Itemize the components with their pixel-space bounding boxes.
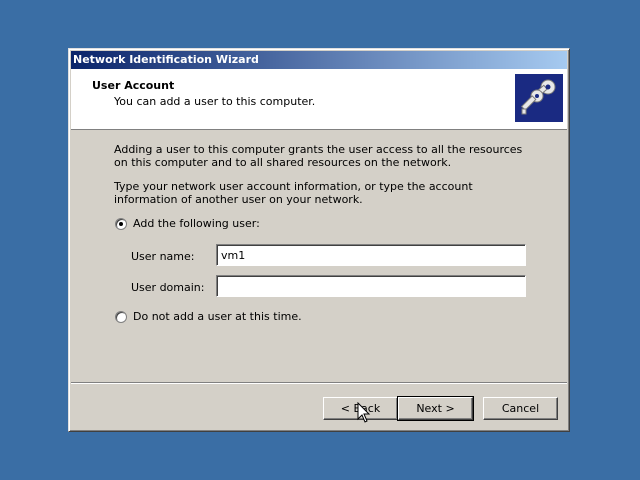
- intro-paragraph: Adding a user to this computer grants th…: [114, 143, 523, 169]
- mouse-pointer-icon: [357, 401, 371, 427]
- add-user-label: Add the following user:: [133, 217, 260, 230]
- user-name-label: User name:: [131, 250, 195, 263]
- no-user-radio[interactable]: [115, 310, 127, 323]
- page-subtitle: You can add a user to this computer.: [114, 95, 316, 108]
- add-user-radio[interactable]: [115, 217, 127, 230]
- user-name-input[interactable]: [216, 244, 526, 266]
- user-domain-input[interactable]: [216, 275, 526, 297]
- no-user-label: Do not add a user at this time.: [133, 310, 302, 323]
- wizard-dialog: Network Identification Wizard User Accou…: [68, 48, 570, 432]
- user-domain-label: User domain:: [131, 281, 205, 294]
- title-bar: Network Identification Wizard: [71, 51, 567, 69]
- wizard-header: User Account You can add a user to this …: [71, 69, 567, 130]
- instructions-paragraph: Type your network user account informati…: [114, 180, 473, 206]
- button-separator: [71, 382, 567, 384]
- no-user-option[interactable]: Do not add a user at this time.: [115, 310, 302, 323]
- cancel-button[interactable]: Cancel: [483, 397, 558, 420]
- keys-icon: [515, 74, 563, 122]
- page-title: User Account: [92, 79, 175, 92]
- next-button[interactable]: Next >: [397, 396, 474, 421]
- add-user-option[interactable]: Add the following user:: [115, 217, 260, 230]
